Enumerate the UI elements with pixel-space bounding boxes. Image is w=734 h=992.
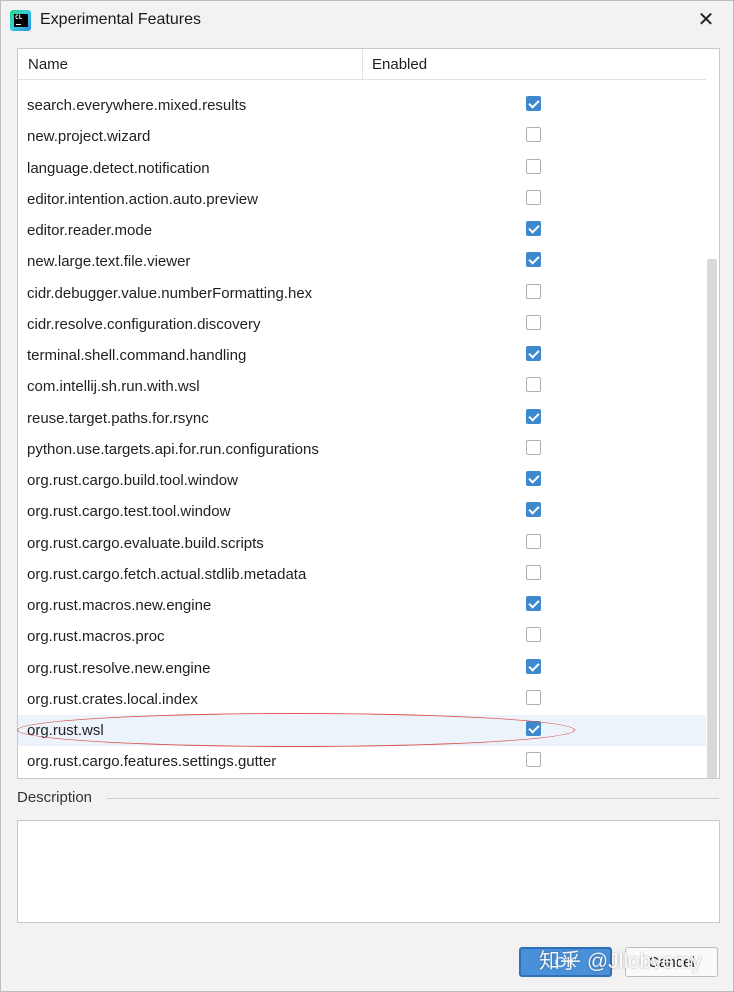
feature-name: com.intellij.sh.run.with.wsl bbox=[27, 378, 200, 396]
feature-name: org.rust.cargo.build.tool.window bbox=[27, 472, 238, 489]
title-bar: CL Experimental Features ✕ bbox=[1, 1, 733, 41]
enabled-checkbox[interactable] bbox=[526, 408, 541, 424]
description-divider bbox=[107, 798, 719, 799]
table-row[interactable]: org.rust.wsl bbox=[18, 715, 706, 746]
enabled-checkbox[interactable] bbox=[526, 596, 541, 611]
table-row[interactable]: org.rust.macros.new.engine bbox=[18, 590, 706, 621]
table-row[interactable]: org.rust.crates.local.index bbox=[18, 684, 706, 715]
table-row[interactable]: org.rust.cargo.features.settings.gutter bbox=[18, 746, 706, 777]
feature-name: search.everywhere.mixed.results bbox=[27, 97, 247, 114]
column-divider[interactable] bbox=[362, 49, 363, 79]
watermark: 知乎 @Jllobvemy bbox=[539, 950, 702, 973]
feature-name: editor.intention.action.auto.preview bbox=[27, 190, 258, 208]
enabled-checkbox[interactable] bbox=[526, 721, 541, 736]
feature-name: org.rust.crates.local.index bbox=[27, 690, 198, 708]
feature-name: org.rust.wsl bbox=[27, 722, 104, 739]
table-row[interactable]: org.rust.cargo.test.tool.window bbox=[18, 496, 706, 527]
enabled-checkbox[interactable] bbox=[526, 314, 541, 330]
enabled-checkbox[interactable] bbox=[526, 96, 541, 111]
enabled-checkbox[interactable] bbox=[526, 689, 541, 705]
feature-name: org.rust.macros.proc bbox=[27, 628, 165, 646]
table-row[interactable]: org.rust.cargo.build.tool.window bbox=[18, 465, 706, 496]
feature-name: cidr.resolve.configuration.discovery bbox=[27, 315, 261, 333]
enabled-checkbox[interactable] bbox=[526, 127, 541, 143]
table-row[interactable]: com.intellij.sh.run.with.wsl bbox=[18, 371, 706, 402]
close-icon[interactable]: ✕ bbox=[693, 7, 719, 33]
feature-name: org.rust.macros.new.engine bbox=[27, 597, 212, 614]
table-row[interactable]: terminal.shell.command.handling bbox=[18, 340, 706, 371]
table-row[interactable]: org.rust.cargo.evaluate.build.scripts bbox=[18, 528, 706, 559]
description-panel bbox=[17, 820, 720, 923]
table-row[interactable]: org.rust.macros.proc bbox=[18, 621, 706, 652]
table-row[interactable]: language.detect.notification bbox=[18, 153, 706, 184]
table-row[interactable]: org.rust.resolve.new.engine bbox=[18, 653, 706, 684]
column-header-enabled[interactable]: Enabled bbox=[372, 56, 427, 73]
table-body: search.everywhere.mixed.results new.proje… bbox=[18, 79, 706, 778]
feature-name: org.rust.cargo.test.tool.window bbox=[27, 503, 231, 521]
enabled-checkbox[interactable] bbox=[526, 439, 541, 455]
feature-name: language.detect.notification bbox=[27, 159, 210, 177]
enabled-checkbox[interactable] bbox=[526, 283, 541, 299]
enabled-checkbox[interactable] bbox=[526, 533, 541, 549]
table-header: Name Enabled bbox=[18, 49, 706, 80]
experimental-features-dialog: CL Experimental Features ✕ Name Enabled … bbox=[0, 0, 734, 992]
table-row[interactable]: new.large.text.file.viewer bbox=[18, 246, 706, 277]
table-row[interactable]: new.project.wizard bbox=[18, 121, 706, 152]
enabled-checkbox[interactable] bbox=[526, 189, 541, 205]
feature-name: reuse.target.paths.for.rsync bbox=[27, 409, 209, 427]
feature-name: python.use.targets.api.for.run.configura… bbox=[27, 440, 319, 458]
clion-app-icon: CL bbox=[10, 10, 31, 31]
table-row-partial[interactable] bbox=[18, 79, 706, 90]
feature-name: cidr.debugger.value.numberFormatting.hex bbox=[27, 284, 313, 302]
description-label: Description bbox=[17, 789, 93, 806]
feature-name: org.rust.cargo.features.settings.gutter bbox=[27, 753, 277, 771]
table-row[interactable]: org.rust.cargo.fetch.actual.stdlib.metad… bbox=[18, 559, 706, 590]
app-icon-text: CL bbox=[15, 14, 23, 21]
enabled-checkbox[interactable] bbox=[526, 752, 541, 768]
table-row[interactable]: editor.intention.action.auto.preview bbox=[18, 184, 706, 215]
table-row[interactable]: python.use.targets.api.for.run.configura… bbox=[18, 434, 706, 465]
enabled-checkbox[interactable] bbox=[526, 502, 541, 518]
feature-name: org.rust.cargo.fetch.actual.stdlib.metad… bbox=[27, 565, 307, 583]
enabled-checkbox[interactable] bbox=[526, 158, 541, 174]
enabled-checkbox[interactable] bbox=[526, 377, 541, 393]
feature-name: new.large.text.file.viewer bbox=[27, 253, 191, 271]
feature-name: new.project.wizard bbox=[27, 128, 151, 146]
enabled-checkbox[interactable] bbox=[526, 564, 541, 580]
scrollbar-thumb[interactable] bbox=[707, 259, 717, 778]
feature-name: org.rust.resolve.new.engine bbox=[27, 659, 211, 677]
feature-name: terminal.shell.command.handling bbox=[27, 347, 247, 364]
column-header-name[interactable]: Name bbox=[28, 56, 68, 73]
features-table: Name Enabled search.everywhere.mixed.res… bbox=[17, 48, 720, 779]
table-row[interactable]: editor.reader.mode bbox=[18, 215, 706, 246]
enabled-checkbox[interactable] bbox=[526, 471, 541, 486]
enabled-checkbox[interactable] bbox=[526, 627, 541, 643]
enabled-checkbox[interactable] bbox=[526, 252, 541, 268]
dialog-title: Experimental Features bbox=[40, 11, 201, 28]
table-row[interactable]: cidr.debugger.value.numberFormatting.hex bbox=[18, 278, 706, 309]
enabled-checkbox[interactable] bbox=[526, 221, 541, 236]
enabled-checkbox[interactable] bbox=[526, 658, 541, 674]
table-row[interactable]: cidr.resolve.configuration.discovery bbox=[18, 309, 706, 340]
feature-name: org.rust.cargo.evaluate.build.scripts bbox=[27, 534, 264, 552]
feature-name: editor.reader.mode bbox=[27, 222, 153, 239]
table-row[interactable]: search.everywhere.mixed.results bbox=[18, 90, 706, 121]
enabled-checkbox[interactable] bbox=[526, 346, 541, 361]
table-row[interactable]: reuse.target.paths.for.rsync bbox=[18, 403, 706, 434]
